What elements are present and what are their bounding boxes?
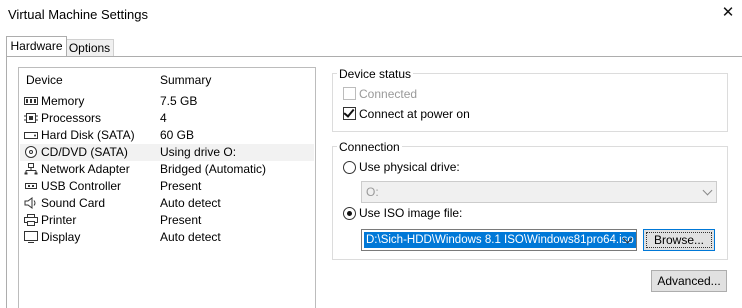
title-bar: Virtual Machine Settings ✕ xyxy=(0,0,742,30)
usb-icon xyxy=(25,183,37,189)
device-name: CD/DVD (SATA) xyxy=(41,145,128,159)
device-name: Processors xyxy=(41,111,102,125)
tab-hardware[interactable]: Hardware xyxy=(6,36,67,56)
memory-icon xyxy=(24,97,38,105)
device-summary: 7.5 GB xyxy=(160,94,198,108)
device-row-display[interactable]: Display Auto detect xyxy=(20,229,314,246)
tab-options[interactable]: Options xyxy=(65,39,114,56)
device-row-printer[interactable]: Printer Present xyxy=(20,212,314,229)
device-status-group xyxy=(332,73,728,132)
advanced-button-label: Advanced... xyxy=(657,274,721,288)
connection-legend: Connection xyxy=(337,140,402,154)
device-row-usb-controller[interactable]: USB Controller Present xyxy=(20,178,314,195)
sound-card-icon xyxy=(24,197,36,209)
iso-path-selected-text[interactable]: D:\Sich-HDD\Windows 8.1 ISO\Windows81pro… xyxy=(364,232,636,248)
device-summary: 60 GB xyxy=(160,128,195,142)
hard-disk-icon xyxy=(24,132,38,139)
use-physical-drive-label[interactable]: Use physical drive: xyxy=(359,160,460,174)
browse-button[interactable]: Browse... xyxy=(643,229,715,251)
printer-icon xyxy=(24,214,38,226)
device-row-cd-dvd[interactable]: CD/DVD (SATA) Using drive O: xyxy=(20,144,314,161)
device-row-network-adapter[interactable]: Network Adapter Bridged (Automatic) xyxy=(20,161,314,178)
use-iso-image-label[interactable]: Use ISO image file: xyxy=(359,206,462,220)
device-row-sound-card[interactable]: Sound Card Auto detect xyxy=(20,195,314,212)
device-name: Display xyxy=(41,230,81,244)
physical-drive-value: O: xyxy=(366,185,379,199)
connect-at-power-on-label[interactable]: Connect at power on xyxy=(359,107,470,121)
processor-icon xyxy=(24,113,38,123)
device-name: Hard Disk (SATA) xyxy=(41,128,135,142)
device-row-hard-disk[interactable]: Hard Disk (SATA) 60 GB xyxy=(20,127,314,144)
connected-checkbox[interactable] xyxy=(343,87,356,100)
use-iso-image-radio[interactable] xyxy=(343,207,356,220)
device-name: USB Controller xyxy=(41,179,122,193)
device-summary: Using drive O: xyxy=(160,145,237,159)
cd-dvd-icon xyxy=(25,146,37,158)
check-mark-icon xyxy=(343,106,355,118)
device-name: Network Adapter xyxy=(41,162,130,176)
device-name: Memory xyxy=(41,94,85,108)
device-status-legend: Device status xyxy=(337,67,414,81)
device-summary: 4 xyxy=(160,111,167,125)
device-row-memory[interactable]: Memory 7.5 GB xyxy=(20,93,314,110)
device-summary: Auto detect xyxy=(160,230,221,244)
chevron-down-icon xyxy=(702,185,713,196)
network-adapter-icon xyxy=(24,163,38,175)
column-header-summary[interactable]: Summary xyxy=(160,73,211,87)
device-summary: Present xyxy=(160,213,202,227)
device-name: Printer xyxy=(41,213,77,227)
device-summary: Bridged (Automatic) xyxy=(160,162,267,176)
iso-image-path-combo[interactable]: D:\Sich-HDD\Windows 8.1 ISO\Windows81pro… xyxy=(361,229,637,251)
device-row-processors[interactable]: Processors 4 xyxy=(20,110,314,127)
window-title: Virtual Machine Settings xyxy=(8,7,148,22)
radio-selected-dot xyxy=(347,211,352,216)
physical-drive-select[interactable]: O: xyxy=(361,181,717,203)
display-icon xyxy=(24,231,38,243)
close-icon[interactable]: ✕ xyxy=(716,2,740,24)
device-name: Sound Card xyxy=(41,196,106,210)
device-summary: Auto detect xyxy=(160,196,221,210)
connected-label[interactable]: Connected xyxy=(359,87,417,101)
advanced-button[interactable]: Advanced... xyxy=(651,270,727,292)
column-header-device[interactable]: Device xyxy=(26,73,63,87)
use-physical-drive-radio[interactable] xyxy=(343,161,356,174)
focus-rect xyxy=(646,232,712,248)
connect-at-power-on-checkbox[interactable] xyxy=(343,106,356,120)
device-summary: Present xyxy=(160,179,202,193)
